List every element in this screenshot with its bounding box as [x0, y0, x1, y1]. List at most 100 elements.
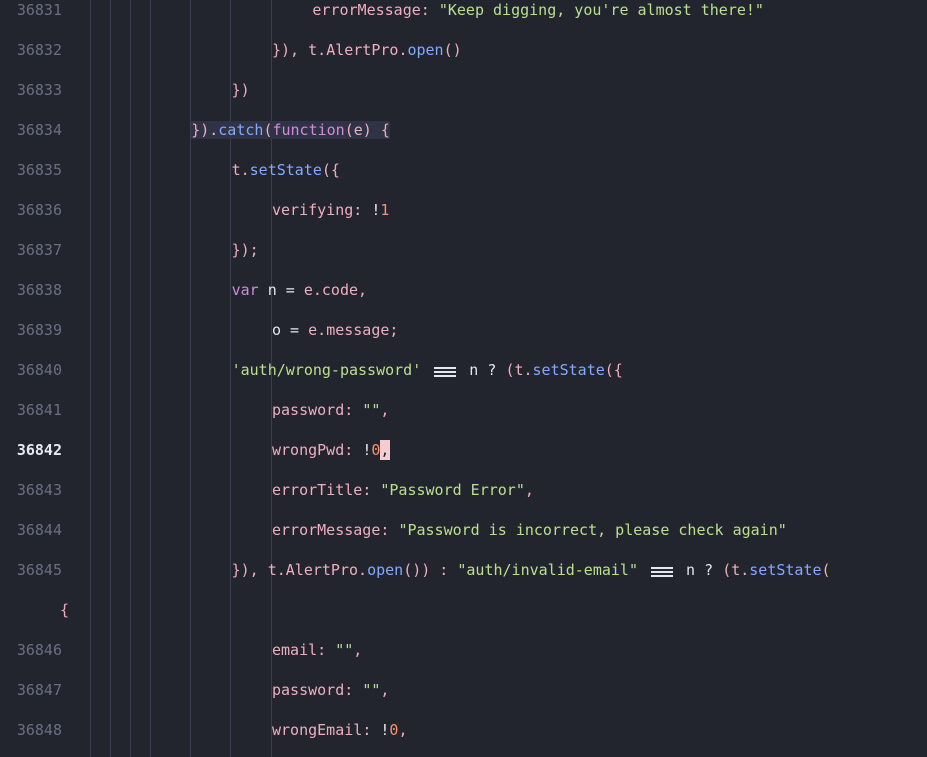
token-op: !: [362, 441, 372, 459]
code-line[interactable]: 36831 errorMessage: "Keep digging, you're…: [0, 0, 927, 20]
token-punct: {: [60, 601, 70, 619]
line-number[interactable]: 36848: [0, 720, 62, 740]
code-line[interactable]: 36844 errorMessage: "Password is incorrec…: [0, 520, 927, 540]
code-line[interactable]: 36832}), t.AlertPro.open(): [0, 40, 927, 60]
line-number[interactable]: 36841: [0, 400, 62, 420]
line-number[interactable]: 36837: [0, 240, 62, 260]
code-line[interactable]: 36833}): [0, 80, 927, 100]
token-punct: :: [362, 481, 381, 499]
token-fn: setState: [749, 561, 822, 579]
code-text[interactable]: }), t.AlertPro.open()) : "auth/invalid-e…: [232, 560, 831, 580]
code-line[interactable]: 36837});: [0, 240, 927, 260]
line-number[interactable]: 36836: [0, 200, 62, 220]
token-punct: ,: [358, 281, 368, 299]
token-punct: }): [231, 81, 250, 99]
token-id: email: [272, 641, 318, 659]
code-text[interactable]: }).catch(function(e) {: [191, 120, 390, 140]
token-id: t: [267, 561, 277, 579]
line-number[interactable]: 36845: [0, 560, 62, 580]
line-number[interactable]: 36832: [0, 40, 62, 60]
token-punct: ;: [389, 321, 399, 339]
line-number[interactable]: 36838: [0, 280, 62, 300]
line-number[interactable]: 36833: [0, 80, 62, 100]
token-op: [421, 361, 430, 379]
code-line[interactable]: 36836 verifying: !1: [0, 200, 927, 220]
token-op: [638, 561, 647, 579]
token-punct: .: [317, 41, 327, 59]
code-line[interactable]: 36839 o = e.message;: [0, 320, 927, 340]
line-number[interactable]: 36843: [0, 480, 62, 500]
code-line[interactable]: 36835 t.setState({: [0, 160, 927, 180]
token-punct: :: [344, 401, 363, 419]
line-number[interactable]: 36839: [0, 320, 62, 340]
code-editor[interactable]: 36831 errorMessage: "Keep digging, you're…: [0, 0, 927, 757]
token-fn: open: [407, 41, 444, 59]
code-line[interactable]: 36845 }), t.AlertPro.open()) : "auth/inva…: [0, 560, 927, 580]
token-op: n ?: [677, 561, 723, 579]
code-line[interactable]: 36843 errorTitle: "Password Error",: [0, 480, 927, 500]
token-str: 'auth/wrong-password': [231, 361, 422, 379]
line-number[interactable]: 36834: [0, 120, 62, 140]
token-punct: .: [312, 281, 322, 299]
line-number[interactable]: 36846: [0, 640, 62, 660]
code-text[interactable]: }): [232, 80, 250, 100]
token-id: errorTitle: [272, 481, 363, 499]
line-number[interactable]: 36844: [0, 520, 62, 540]
token-punct: (e) {: [344, 121, 390, 139]
code-text[interactable]: 'auth/wrong-password' n ? (t.setState({: [232, 360, 623, 380]
code-line[interactable]: 36834 }).catch(function(e) {: [0, 120, 927, 140]
code-text[interactable]: wrongPwd: !0,: [272, 440, 391, 460]
token-id: wrongEmail: [272, 721, 363, 739]
token-str: "": [362, 401, 381, 419]
token-str: "auth/invalid-email": [457, 561, 638, 579]
token-punct: });: [231, 241, 259, 259]
code-line[interactable]: 36848 wrongEmail: !0,: [0, 720, 927, 740]
token-id: t: [514, 361, 524, 379]
code-line[interactable]: 36842 wrongPwd: !0,: [0, 440, 927, 460]
code-text[interactable]: {: [60, 600, 69, 620]
line-number[interactable]: 36840: [0, 360, 62, 380]
token-punct: :: [344, 441, 363, 459]
code-text[interactable]: o = e.message;: [272, 320, 398, 340]
token-str: "": [335, 641, 354, 659]
code-text[interactable]: });: [232, 240, 259, 260]
line-number[interactable]: 36835: [0, 160, 62, 180]
token-punct: (: [722, 561, 732, 579]
code-line[interactable]: 36847 password: "",: [0, 680, 927, 700]
token-punct: ()) :: [403, 561, 458, 579]
code-text[interactable]: email: "",: [272, 640, 362, 660]
token-punct: .: [358, 561, 368, 579]
token-punct: .: [740, 561, 750, 579]
token-str: "Keep digging, you're almost there!": [438, 1, 764, 19]
token-id: password: [272, 401, 345, 419]
token-id: verifying: [272, 201, 354, 219]
line-number[interactable]: 36842: [0, 440, 62, 460]
code-line[interactable]: 36846 email: "",: [0, 640, 927, 660]
token-punct: :: [420, 1, 439, 19]
code-text[interactable]: errorTitle: "Password Error",: [272, 480, 534, 500]
code-text[interactable]: }), t.AlertPro.open(): [272, 40, 462, 60]
code-line[interactable]: 36838 var n = e.code,: [0, 280, 927, 300]
code-text[interactable]: t.setState({: [232, 160, 340, 180]
token-punct: :: [353, 201, 372, 219]
code-text[interactable]: errorMessage: "Keep digging, you're almo…: [312, 0, 764, 20]
code-text[interactable]: var n = e.code,: [232, 280, 367, 300]
code-text[interactable]: password: "",: [272, 680, 389, 700]
token-id: AlertPro: [285, 561, 359, 579]
code-lines-container: 36831 errorMessage: "Keep digging, you're…: [0, 0, 927, 757]
code-text[interactable]: verifying: !1: [272, 200, 389, 220]
token-id: errorMessage: [312, 1, 421, 19]
token-punct: }),: [231, 561, 268, 579]
token-num: 0: [371, 441, 381, 459]
line-number[interactable]: 36847: [0, 680, 62, 700]
code-line[interactable]: 36841 password: "",: [0, 400, 927, 420]
token-punct: ({: [604, 361, 623, 379]
line-number[interactable]: 36831: [0, 0, 62, 20]
code-line[interactable]: 36840 'auth/wrong-password' n ? (t.setSta…: [0, 360, 927, 380]
code-line-wrapped[interactable]: {: [0, 600, 927, 620]
code-text[interactable]: errorMessage: "Password is incorrect, pl…: [272, 520, 787, 540]
token-fn: setState: [532, 361, 605, 379]
code-text[interactable]: wrongEmail: !0,: [272, 720, 407, 740]
code-text[interactable]: password: "",: [272, 400, 389, 420]
token-punct: :: [344, 681, 363, 699]
